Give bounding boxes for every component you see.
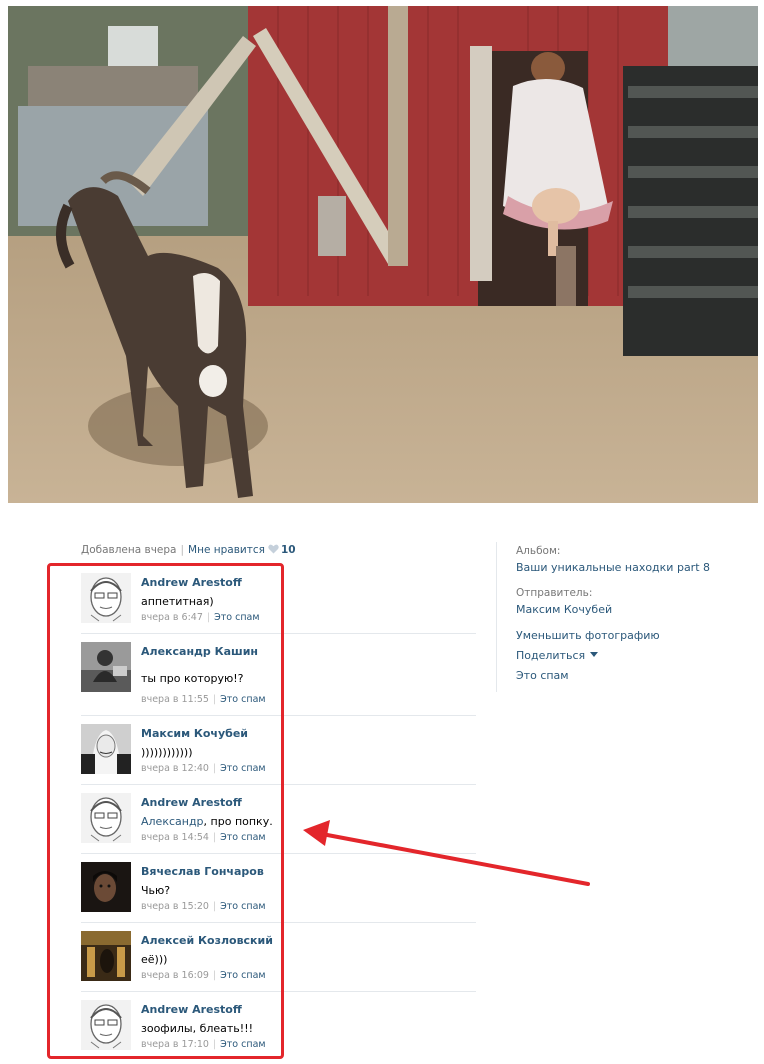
comment: Александр Кашин ты про которую!? вчера в… <box>81 634 476 716</box>
photo-image <box>8 6 758 503</box>
comment-text: её))) <box>141 953 168 966</box>
comment-footer: вчера в 16:09 | Это спам <box>141 970 266 981</box>
comment-footer: вчера в 6:47 | Это спам <box>141 612 260 623</box>
avatar[interactable] <box>81 862 131 912</box>
report-spam-link[interactable]: Это спам <box>516 669 758 682</box>
comment-author[interactable]: Александр Кашин <box>141 645 258 658</box>
comment-author[interactable]: Andrew Arestoff <box>141 576 242 589</box>
comment: Максим Кочубей )))))))))))) вчера в 12:4… <box>81 716 476 785</box>
comment-footer: вчера в 14:54 | Это спам <box>141 832 266 843</box>
comment-body: Andrew Arestoff аппетитная) <box>141 576 242 608</box>
comment-author[interactable]: Andrew Arestoff <box>141 1003 253 1016</box>
dropdown-caret-icon[interactable] <box>590 652 599 657</box>
comment: Вячеслав Гончаров Чью? вчера в 15:20 | Это… <box>81 854 476 923</box>
sender-label: Отправитель: <box>516 587 593 599</box>
share-link[interactable]: Поделиться <box>516 649 585 662</box>
comment-body: Andrew Arestoff зоофилы, блеать!!! <box>141 1003 253 1035</box>
report-spam-link[interactable]: Это спам <box>220 694 265 705</box>
mention-link[interactable]: Александр <box>141 815 204 828</box>
comment-text: )))))))))))) <box>141 746 193 759</box>
likes-count[interactable]: 10 <box>281 544 296 556</box>
comment-text: Чью? <box>141 884 171 897</box>
separator: | <box>206 612 211 623</box>
comment-footer: вчера в 17:10 | Это спам <box>141 1039 266 1050</box>
added-date: Добавлена вчера <box>81 544 177 556</box>
comment-time[interactable]: вчера в 16:09 <box>141 970 209 981</box>
report-spam-link[interactable]: Это спам <box>220 901 265 912</box>
separator: | <box>212 763 217 774</box>
comment-time[interactable]: вчера в 15:20 <box>141 901 209 912</box>
report-spam-link[interactable]: Это спам <box>220 970 265 981</box>
comment-time[interactable]: вчера в 17:10 <box>141 1039 209 1050</box>
comment-body: Александр Кашин ты про которую!? <box>141 645 258 685</box>
separator: | <box>212 970 217 981</box>
comment-text: ты про которую!? <box>141 672 244 685</box>
report-spam-link[interactable]: Это спам <box>220 1039 265 1050</box>
comment-footer: вчера в 15:20 | Это спам <box>141 901 266 912</box>
comment-text-rest: , про попку. <box>203 815 273 828</box>
report-spam-link[interactable]: Это спам <box>220 763 265 774</box>
separator: | <box>212 694 217 705</box>
avatar[interactable] <box>81 573 131 623</box>
like-button[interactable]: Мне нравится <box>188 544 265 556</box>
comment: Andrew Arestoff Александр, про попку. вч… <box>81 785 476 854</box>
comment-time[interactable]: вчера в 11:55 <box>141 694 209 705</box>
comment-author[interactable]: Вячеслав Гончаров <box>141 865 264 878</box>
comment-body: Вячеслав Гончаров Чью? <box>141 865 264 897</box>
comment-text: аппетитная) <box>141 595 214 608</box>
comment-time[interactable]: вчера в 12:40 <box>141 763 209 774</box>
album-label: Альбом: <box>516 545 561 557</box>
comment: Алексей Козловский её))) вчера в 16:09 | Э… <box>81 923 476 992</box>
comment: Andrew Arestoff зоофилы, блеать!!! вчера… <box>81 992 476 1061</box>
album-link[interactable]: Ваши уникальные находки part 8 <box>516 561 758 574</box>
separator: | <box>212 901 217 912</box>
photo-sidebar: Альбом: Ваши уникальные находки part 8 О… <box>496 542 758 692</box>
avatar[interactable] <box>81 1000 131 1050</box>
photo[interactable] <box>8 6 758 503</box>
comment-author[interactable]: Andrew Arestoff <box>141 796 273 809</box>
comment-text: зоофилы, блеать!!! <box>141 1022 254 1035</box>
comment-author[interactable]: Максим Кочубей <box>141 727 248 740</box>
comment: Andrew Arestoff аппетитная) вчера в 6:47… <box>81 565 476 634</box>
avatar[interactable] <box>81 793 131 843</box>
comment-body: Алексей Козловский её))) <box>141 934 273 966</box>
comment-time[interactable]: вчера в 6:47 <box>141 612 203 623</box>
comment-body: Andrew Arestoff Александр, про попку. <box>141 796 273 828</box>
comments-list: Andrew Arestoff аппетитная) вчера в 6:47… <box>81 565 476 1061</box>
comment-author[interactable]: Алексей Козловский <box>141 934 273 947</box>
avatar[interactable] <box>81 724 131 774</box>
separator: | <box>212 1039 217 1050</box>
sender-link[interactable]: Максим Кочубей <box>516 603 758 616</box>
comment-time[interactable]: вчера в 14:54 <box>141 832 209 843</box>
separator: | <box>180 544 185 556</box>
photo-meta: Добавлена вчера | Мне нравится 10 <box>81 544 296 556</box>
report-spam-link[interactable]: Это спам <box>214 612 259 623</box>
separator: | <box>212 832 217 843</box>
heart-icon[interactable] <box>268 544 279 554</box>
avatar[interactable] <box>81 642 131 692</box>
comment-body: Максим Кочубей )))))))))))) <box>141 727 248 759</box>
comment-text: Александр, про попку. <box>141 815 273 828</box>
avatar[interactable] <box>81 931 131 981</box>
comment-footer: вчера в 11:55 | Это спам <box>141 694 266 705</box>
share-menu[interactable]: Поделиться <box>516 649 758 662</box>
report-spam-link[interactable]: Это спам <box>220 832 265 843</box>
shrink-photo-link[interactable]: Уменьшить фотографию <box>516 629 758 642</box>
comment-footer: вчера в 12:40 | Это спам <box>141 763 266 774</box>
